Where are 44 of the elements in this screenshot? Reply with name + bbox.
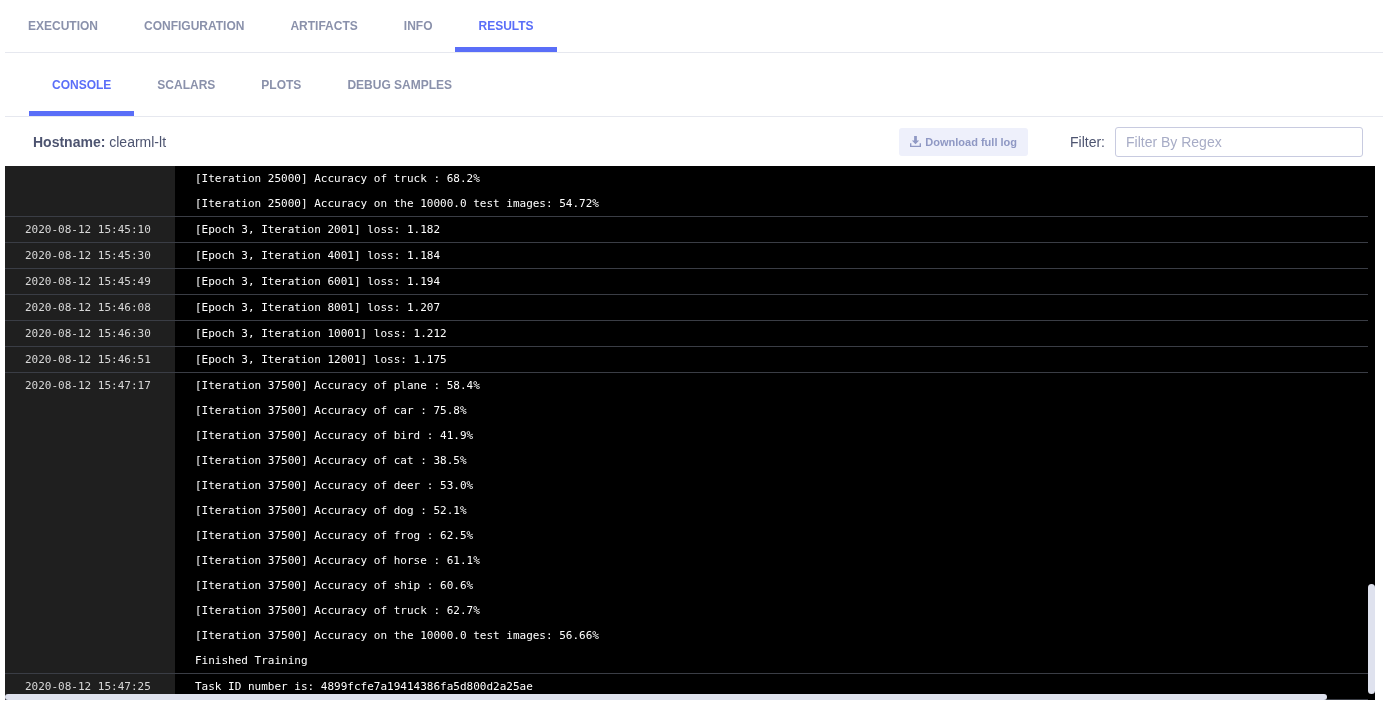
tab[interactable]: EXECUTION bbox=[5, 0, 121, 52]
filter-label: Filter: bbox=[1070, 133, 1105, 150]
log-line: [Epoch 3, Iteration 8001] loss: 1.207 bbox=[195, 300, 441, 316]
log-line: [Iteration 37500] Accuracy of frog : 62.5% bbox=[195, 528, 475, 544]
log-line: [Iteration 37500] Accuracy on the 10000.0 test images: 56.66% bbox=[195, 628, 599, 644]
timestamp-cell: 2020-08-12 15:45:30 bbox=[5, 243, 175, 268]
log-line: [Iteration 37500] Accuracy of ship : 60.6% bbox=[195, 578, 475, 594]
tab[interactable]: CONSOLE bbox=[29, 53, 135, 116]
log-line: [Iteration 25000] Accuracy of truck : 68.2% bbox=[195, 171, 481, 187]
download-icon bbox=[910, 136, 922, 147]
tab[interactable]: DEBUG SAMPLES bbox=[324, 53, 476, 116]
timestamp-cell: 2020-08-12 15:46:08 bbox=[5, 295, 175, 320]
log-line: [Iteration 37500] Accuracy of horse : 61.1% bbox=[195, 553, 481, 569]
tab[interactable]: RESULTS bbox=[455, 0, 557, 52]
log-line: [Iteration 37500] Accuracy of dog : 52.1% bbox=[195, 503, 468, 519]
log-line: [Epoch 3, Iteration 6001] loss: 1.194 bbox=[195, 274, 441, 290]
tab[interactable]: SCALARS bbox=[134, 53, 239, 116]
horizontal-scrollbar[interactable] bbox=[5, 694, 1327, 700]
timestamp-cell: 2020-08-12 15:45:49 bbox=[5, 269, 175, 294]
log-line: [Iteration 37500] Accuracy of deer : 53.0% bbox=[195, 478, 475, 494]
log-line: [Epoch 3, Iteration 12001] loss: 1.175 bbox=[195, 352, 447, 368]
log-line: [Iteration 37500] Accuracy of truck : 62.7% bbox=[195, 603, 481, 619]
tab[interactable]: PLOTS bbox=[238, 53, 325, 116]
log-line: [Epoch 3, Iteration 2001] loss: 1.182 bbox=[195, 222, 441, 238]
log-line: [Epoch 3, Iteration 10001] loss: 1.212 bbox=[195, 326, 447, 342]
hostname-text: Hostname: clearml-lt bbox=[33, 133, 167, 150]
filter-input[interactable]: Filter By Regex bbox=[1115, 126, 1363, 157]
log-line: [Iteration 37500] Accuracy of cat : 38.5% bbox=[195, 453, 468, 469]
timestamp-cell: 2020-08-12 15:46:51 bbox=[5, 347, 175, 372]
tab[interactable]: CONFIGURATION bbox=[121, 0, 268, 52]
log-line: Task ID number is: 4899fcfe7a19414386fa5d800d2a25ae bbox=[195, 679, 533, 695]
timestamp-cell: 2020-08-12 15:45:10 bbox=[5, 217, 175, 242]
timestamp-cell: 2020-08-12 15:46:30 bbox=[5, 321, 175, 346]
download-button[interactable]: Download full log bbox=[899, 127, 1028, 156]
vertical-scrollbar[interactable] bbox=[1368, 584, 1375, 694]
log-line: [Iteration 37500] Accuracy of car : 75.8% bbox=[195, 403, 468, 419]
log-line: Finished Training bbox=[195, 653, 309, 669]
log-line: [Iteration 37500] Accuracy of plane : 58.4% bbox=[195, 378, 481, 394]
tab[interactable]: INFO bbox=[380, 0, 456, 52]
log-line: [Epoch 3, Iteration 4001] loss: 1.184 bbox=[195, 248, 441, 264]
log-line: [Iteration 25000] Accuracy on the 10000.0 test images: 54.72% bbox=[195, 196, 599, 212]
tab[interactable]: ARTIFACTS bbox=[267, 0, 381, 52]
log-line: [Iteration 37500] Accuracy of bird : 41.9% bbox=[195, 428, 475, 444]
timestamp-cell: 2020-08-12 15:47:17 bbox=[5, 373, 175, 673]
